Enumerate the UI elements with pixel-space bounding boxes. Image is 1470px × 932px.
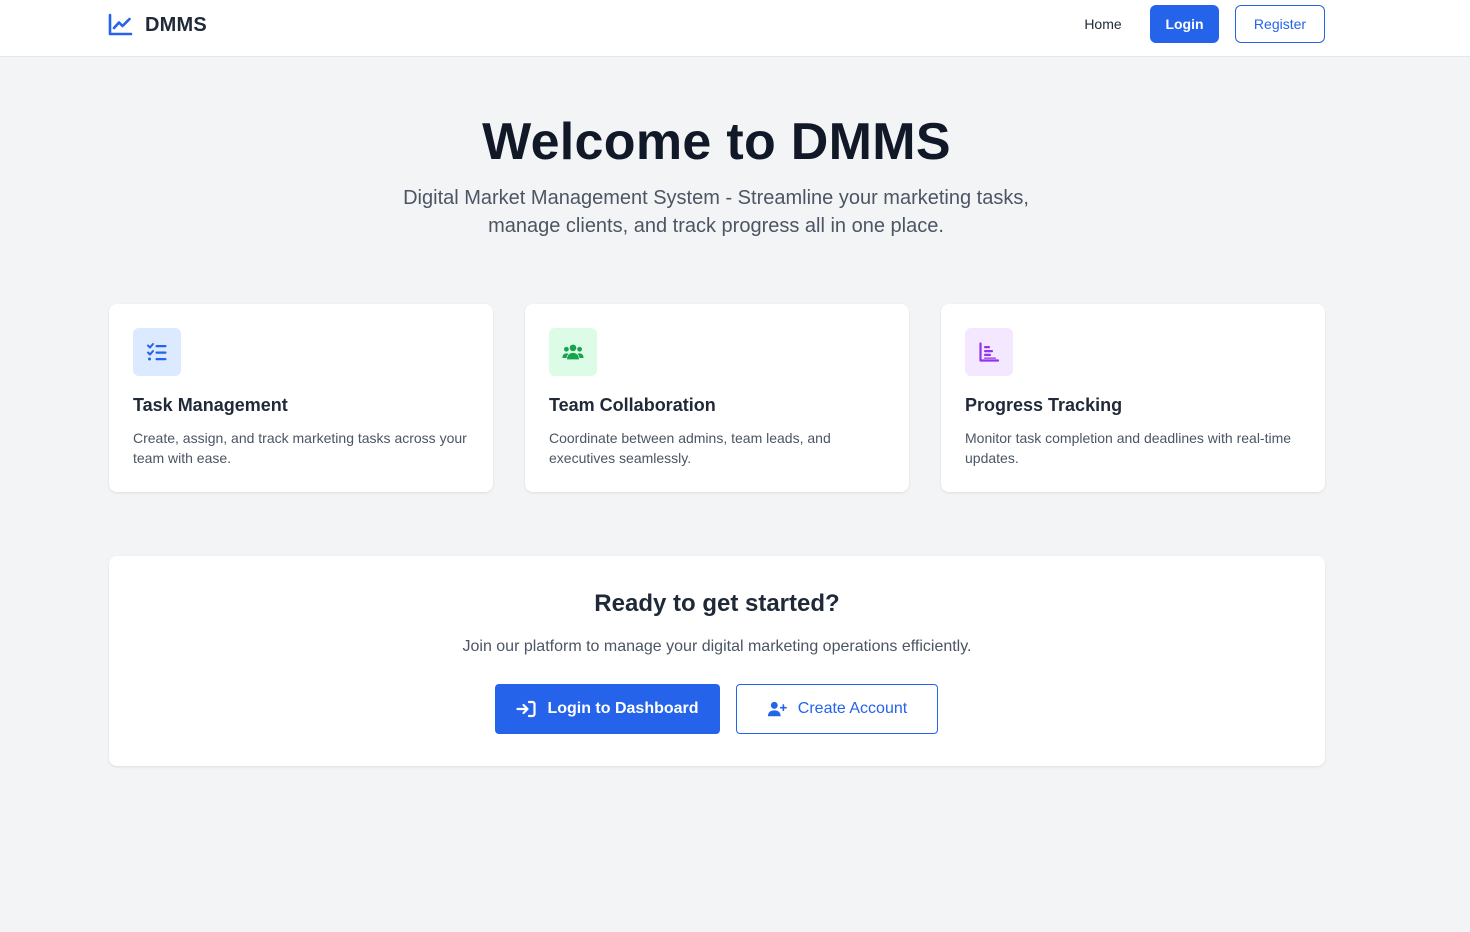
create-account-button[interactable]: Create Account: [736, 684, 938, 734]
feature-icon-box: [965, 328, 1013, 376]
task-list-icon: [147, 343, 167, 361]
user-plus-icon: [767, 701, 787, 717]
feature-card-progress-tracking: Progress Tracking Monitor task completio…: [941, 304, 1325, 492]
nav-login-button[interactable]: Login: [1150, 5, 1219, 43]
login-to-dashboard-label: Login to Dashboard: [547, 700, 699, 717]
cta-title: Ready to get started?: [594, 590, 840, 617]
hero-title: Welcome to DMMS: [482, 113, 951, 171]
feature-title: Progress Tracking: [965, 395, 1123, 415]
feature-card-team-collaboration: Team Collaboration Coordinate between ad…: [525, 304, 909, 492]
sign-in-icon: [516, 700, 537, 718]
feature-description: Monitor task completion and deadlines wi…: [965, 430, 1292, 466]
brand-name: DMMS: [145, 13, 207, 36]
nav-home-link[interactable]: Home: [1072, 5, 1134, 42]
users-icon: [562, 344, 584, 360]
feature-card-task-management: Task Management Create, assign, and trac…: [109, 304, 493, 492]
top-navbar: DMMS Home Login Register: [0, 0, 1470, 57]
create-account-label: Create Account: [797, 700, 908, 717]
feature-icon-box: [549, 328, 597, 376]
nav-register-button[interactable]: Register: [1235, 5, 1325, 43]
login-to-dashboard-button[interactable]: Login to Dashboard: [495, 684, 720, 734]
feature-description: Coordinate between admins, team leads, a…: [549, 430, 831, 466]
cta-panel: Ready to get started? Join our platform …: [109, 556, 1325, 766]
chart-line-icon: [108, 13, 133, 36]
feature-title: Team Collaboration: [549, 395, 716, 415]
brand-logo[interactable]: DMMS: [108, 12, 207, 38]
feature-title: Task Management: [133, 395, 288, 415]
hero-subtitle: Digital Market Management System - Strea…: [403, 187, 1029, 237]
bar-chart-icon: [979, 342, 1000, 362]
feature-icon-box: [133, 328, 181, 376]
cta-text: Join our platform to manage your digital…: [462, 638, 972, 655]
feature-description: Create, assign, and track marketing task…: [133, 430, 467, 466]
